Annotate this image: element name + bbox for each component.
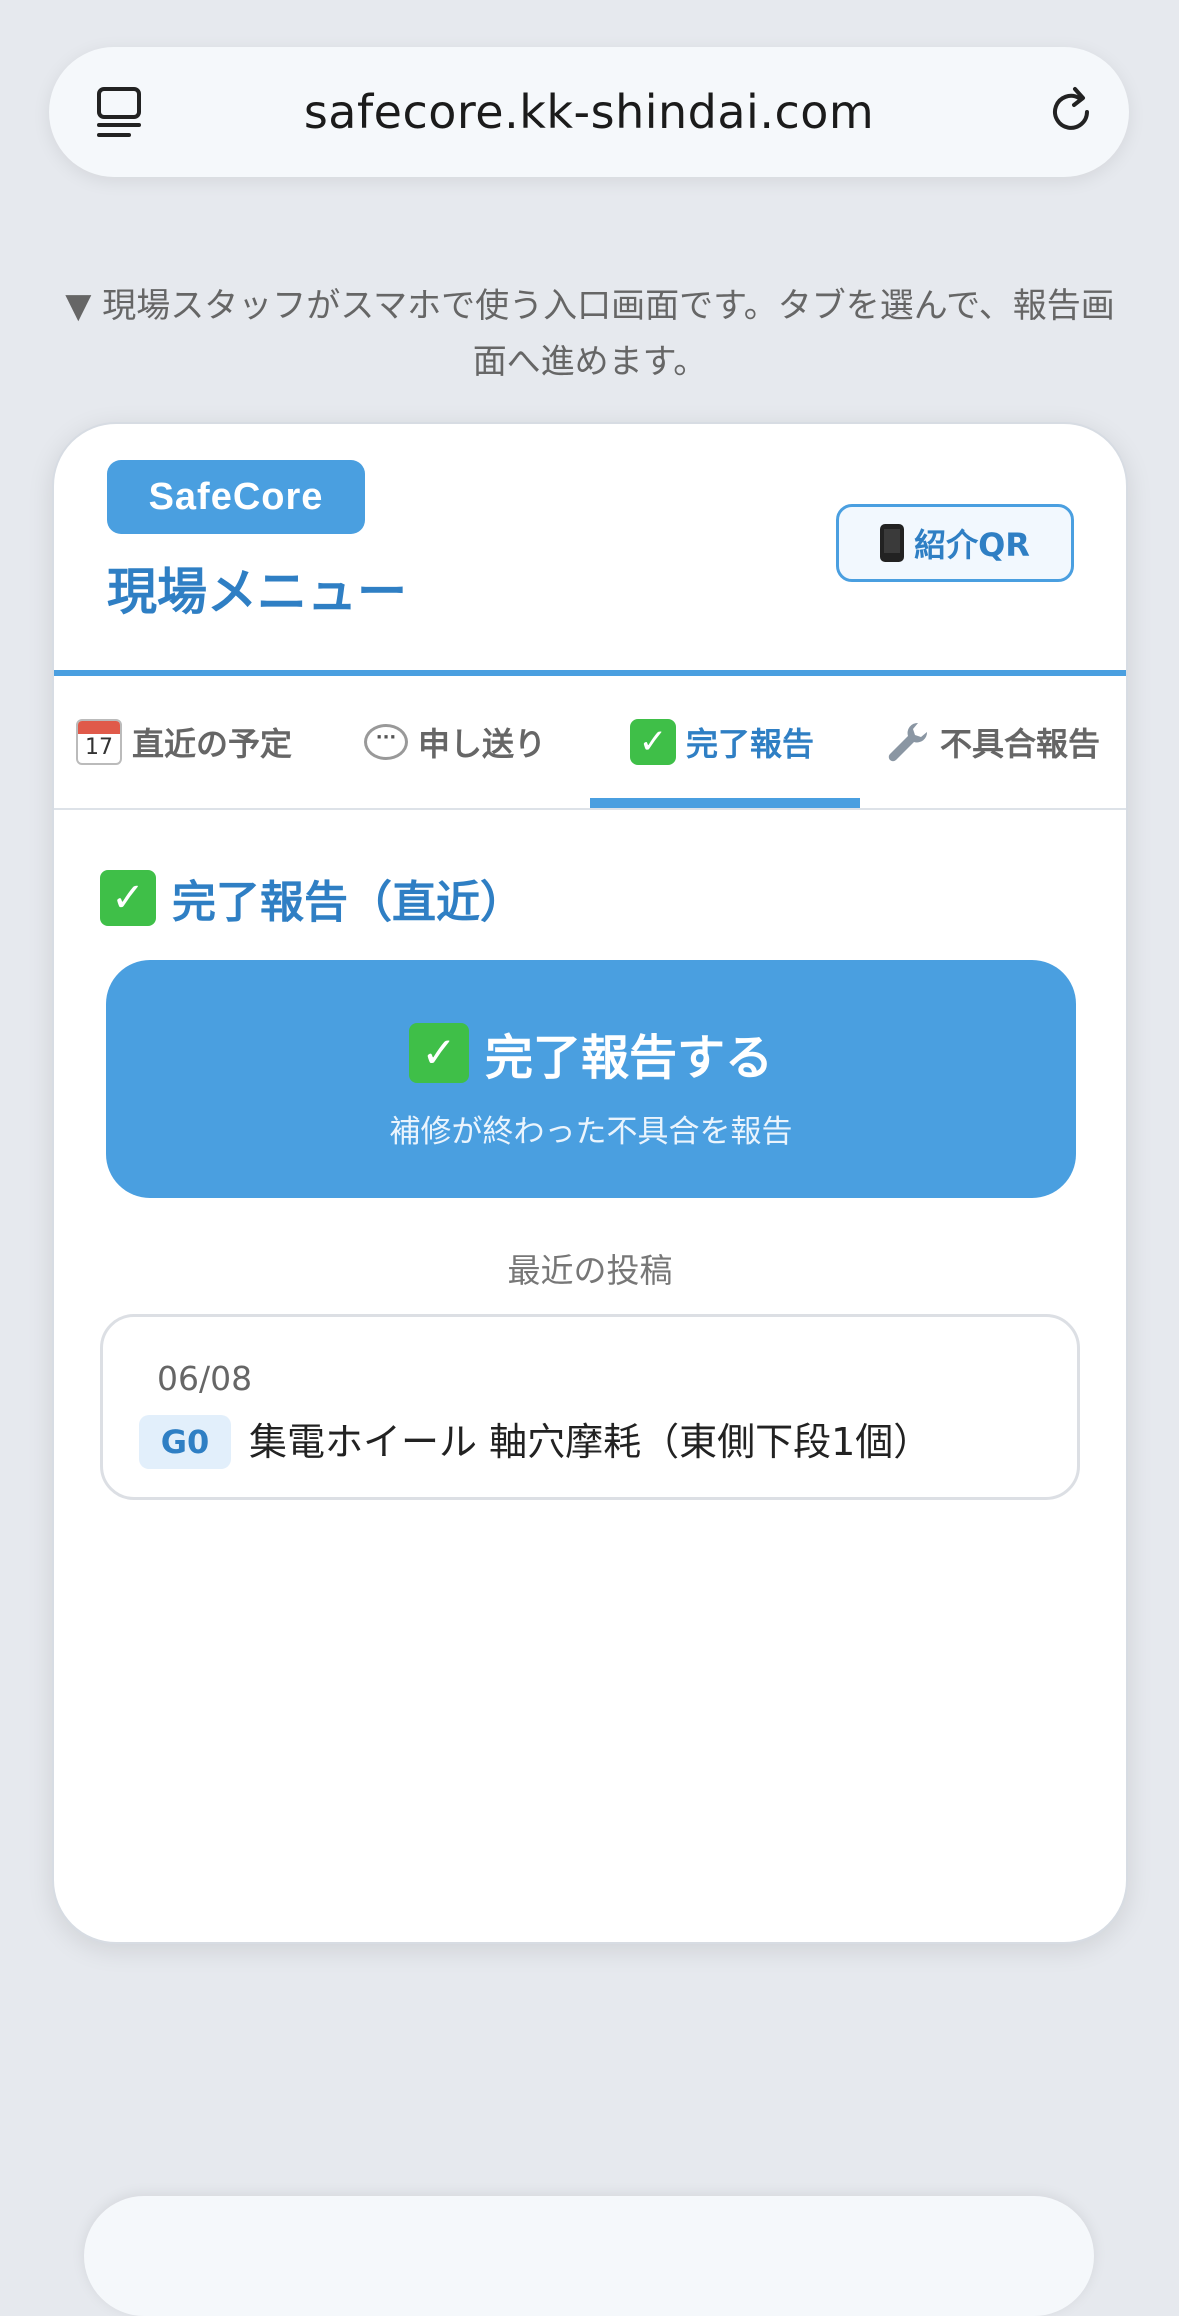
- tab-label: 不具合報告: [940, 725, 1101, 763]
- tab-upcoming-schedule[interactable]: 17 直近の予定: [76, 676, 292, 808]
- tab-label: 完了報告: [686, 725, 815, 763]
- app-header: SafeCore 現場メニュー 紹介QR: [54, 424, 1126, 676]
- tab-handover[interactable]: ··· 申し送り: [364, 676, 546, 808]
- tab-defect-report[interactable]: 不具合報告: [884, 676, 1100, 808]
- mobile-phone-icon: [880, 524, 905, 562]
- brand-badge: SafeCore: [107, 460, 365, 534]
- check-icon: ✓: [630, 719, 676, 765]
- check-icon: ✓: [100, 870, 156, 926]
- submit-completion-report-button[interactable]: ✓ 完了報告する 補修が終わった不具合を報告: [106, 960, 1076, 1198]
- tab-completion-report[interactable]: ✓ 完了報告: [630, 676, 814, 808]
- browser-bottom-bar: [84, 2196, 1094, 2316]
- status-badge: G0: [139, 1415, 231, 1469]
- tab-label: 申し送り: [418, 725, 547, 763]
- recent-posts-label: 最近の投稿: [507, 1251, 673, 1290]
- url-text[interactable]: safecore.kk-shindai.com: [304, 85, 874, 139]
- cta-label: 完了報告する: [484, 1030, 773, 1086]
- page-title: 現場メニュー: [107, 563, 407, 621]
- app-card: SafeCore 現場メニュー 紹介QR 17 直近の予定 ··· 申し送り ✓…: [52, 422, 1128, 1944]
- page-caption: ▼ 現場スタッフがスマホで使う入口画面です。タブを選んで、報告画面へ進めます。: [65, 286, 1115, 382]
- wrench-icon: [888, 722, 928, 762]
- list-item[interactable]: 06/08 G0 集電ホイール 軸穴摩耗（東側下段1個）: [100, 1314, 1080, 1500]
- tab-label: 直近の予定: [132, 725, 293, 763]
- post-text: 集電ホイール 軸穴摩耗（東側下段1個）: [249, 1420, 932, 1464]
- calendar-icon: 17: [76, 719, 122, 765]
- section-title: ✓ 完了報告（直近）: [100, 866, 524, 930]
- check-icon: ✓: [408, 1023, 469, 1083]
- post-date: 06/08: [157, 1359, 253, 1398]
- tab-bar: 17 直近の予定 ··· 申し送り ✓ 完了報告 不具合報告: [54, 676, 1126, 810]
- speech-bubble-icon: ···: [364, 724, 408, 760]
- qr-button-label: 紹介QR: [914, 526, 1030, 564]
- reload-icon[interactable]: [1045, 85, 1099, 139]
- cta-sublabel: 補修が終わった不具合を報告: [389, 1114, 793, 1150]
- address-bar[interactable]: safecore.kk-shindai.com: [49, 47, 1129, 177]
- active-tab-indicator: [590, 798, 860, 808]
- tabs-icon[interactable]: [93, 85, 147, 139]
- referral-qr-button[interactable]: 紹介QR: [836, 504, 1074, 582]
